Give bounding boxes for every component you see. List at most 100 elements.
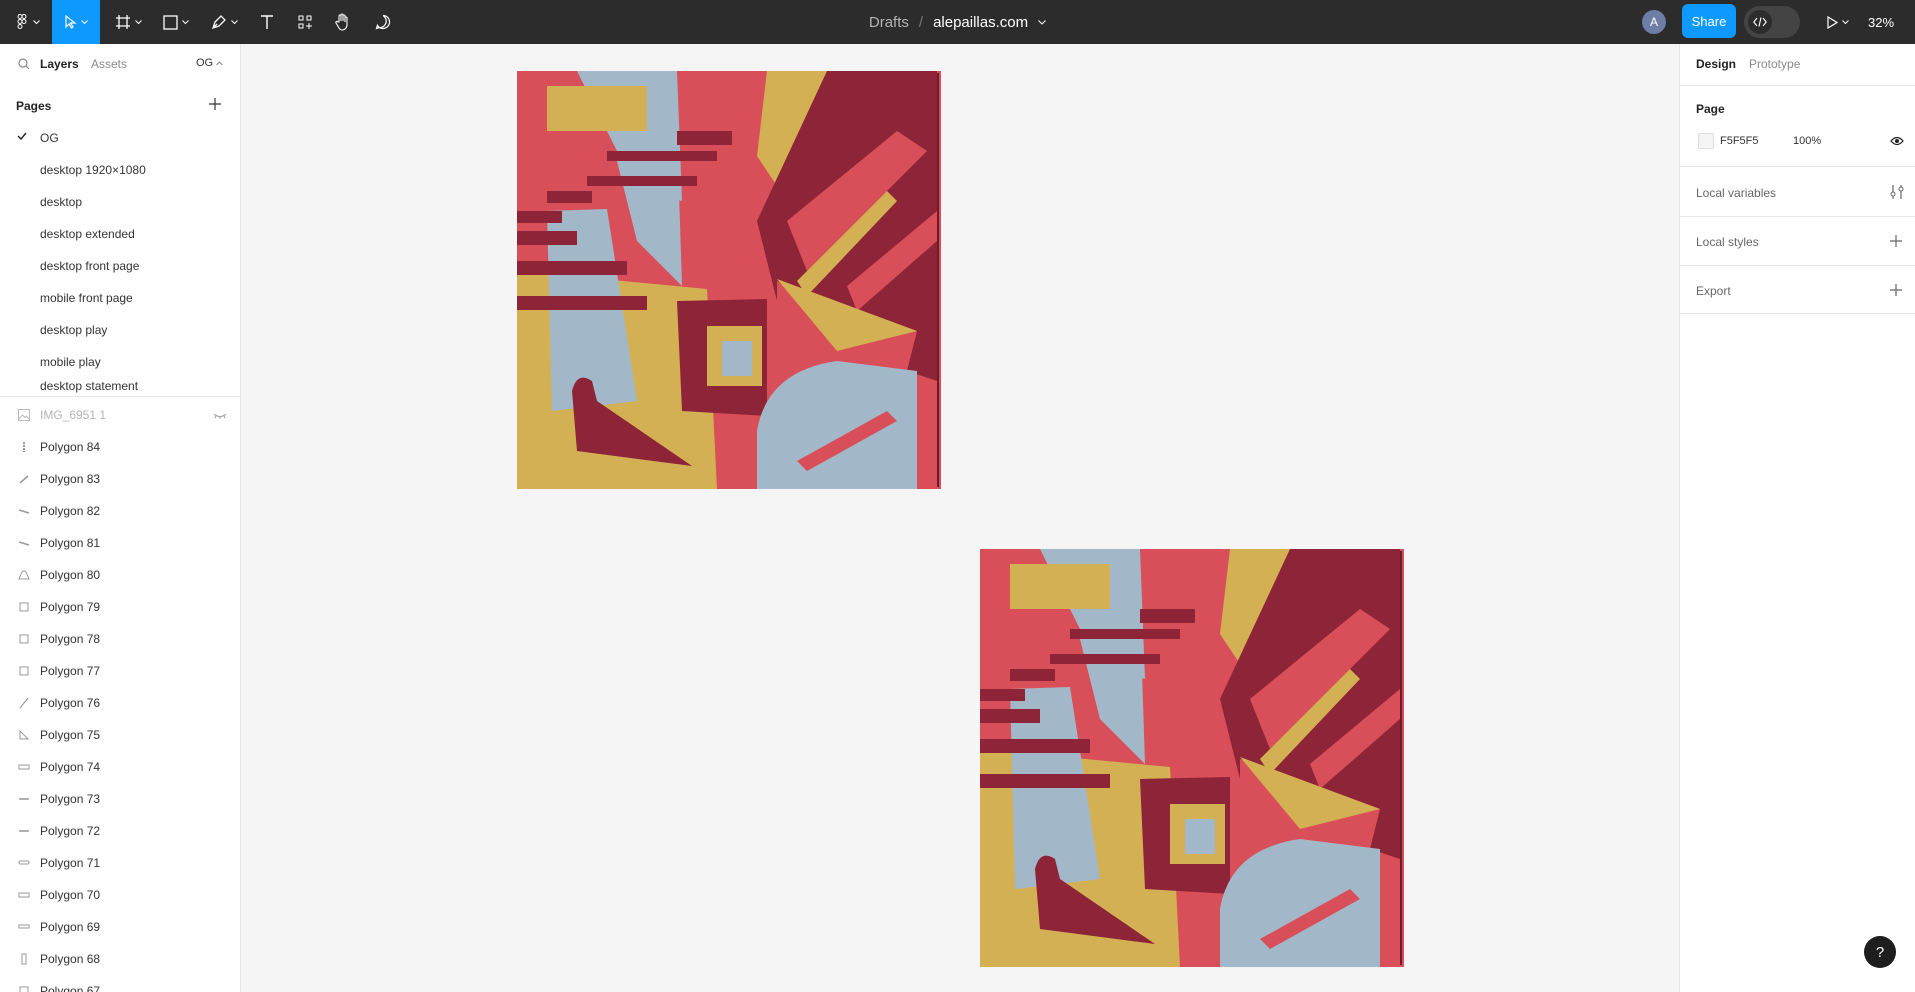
page-item[interactable]: desktop front page (0, 250, 240, 282)
avatar[interactable]: A (1642, 10, 1666, 34)
layer-row[interactable]: Polygon 70 (0, 879, 240, 911)
layer-row[interactable]: Polygon 69 (0, 911, 240, 943)
local-styles-heading[interactable]: Local styles (1696, 235, 1759, 249)
page-label: desktop play (40, 323, 108, 337)
page-selector[interactable]: OG (196, 57, 224, 69)
help-button[interactable]: ? (1864, 936, 1896, 968)
layer-row[interactable]: Polygon 75 (0, 719, 240, 751)
frame-tool-button[interactable] (110, 0, 146, 44)
move-tool-button[interactable] (52, 0, 100, 44)
page-item[interactable]: desktop play (0, 314, 240, 346)
section-divider (1680, 216, 1915, 217)
page-section-heading: Page (1696, 102, 1725, 116)
present-button[interactable] (1820, 0, 1856, 44)
layer-row[interactable]: Polygon 72 (0, 815, 240, 847)
layer-row[interactable]: Polygon 71 (0, 847, 240, 879)
dev-mode-toggle[interactable] (1744, 6, 1800, 38)
layer-row[interactable]: Polygon 73 (0, 783, 240, 815)
left-panel-tabs: Layers Assets OG (0, 44, 240, 85)
layer-row[interactable]: Polygon 83 (0, 463, 240, 495)
text-tool-button[interactable] (252, 0, 282, 44)
polygon-icon (18, 924, 30, 929)
comment-tool-button[interactable] (368, 0, 398, 44)
export-heading[interactable]: Export (1696, 284, 1731, 298)
layer-row-image[interactable]: IMG_6951 1 (0, 399, 240, 431)
layer-label: Polygon 73 (40, 792, 101, 806)
layer-row[interactable]: Polygon 84 (0, 431, 240, 463)
chevron-down-icon (182, 19, 189, 24)
code-icon (1748, 10, 1772, 34)
layer-row[interactable]: Polygon 77 (0, 655, 240, 687)
figma-logo-icon (17, 14, 26, 29)
layer-row[interactable]: Polygon 67 (0, 975, 240, 992)
polygon-icon (18, 570, 30, 580)
add-export-icon[interactable] (1890, 284, 1902, 296)
chevron-down-icon[interactable] (1038, 19, 1046, 25)
hidden-eye-icon[interactable] (213, 413, 227, 419)
layer-row[interactable]: Polygon 68 (0, 943, 240, 975)
current-page-label: OG (196, 57, 214, 69)
layer-row[interactable]: Polygon 82 (0, 495, 240, 527)
pages-layers-divider[interactable] (0, 396, 240, 397)
page-item[interactable]: desktop extended (0, 218, 240, 250)
layer-label: Polygon 82 (40, 504, 101, 518)
layer-label: Polygon 69 (40, 920, 101, 934)
layer-label: Polygon 68 (40, 952, 101, 966)
page-label: desktop statement (40, 379, 139, 393)
layer-row[interactable]: Polygon 80 (0, 559, 240, 591)
layer-label: Polygon 81 (40, 536, 101, 550)
page-item[interactable]: desktop 1920×1080 (0, 154, 240, 186)
resources-tool-button[interactable] (290, 0, 320, 44)
page-color-value[interactable]: F5F5F5 (1720, 135, 1759, 147)
frame-icon (115, 15, 130, 29)
layer-row[interactable]: Polygon 74 (0, 751, 240, 783)
layer-row[interactable]: Polygon 78 (0, 623, 240, 655)
design-canvas[interactable] (241, 44, 1679, 992)
tab-layers[interactable]: Layers (40, 57, 79, 71)
layer-label: Polygon 70 (40, 888, 101, 902)
layer-row[interactable]: Polygon 81 (0, 527, 240, 559)
search-icon[interactable] (18, 58, 30, 70)
zoom-level[interactable]: 32% (1868, 0, 1894, 44)
chevron-down-icon (134, 19, 142, 24)
play-icon (1827, 15, 1838, 29)
variables-icon[interactable] (1890, 184, 1904, 200)
hand-icon (335, 13, 348, 31)
pen-tool-button[interactable] (206, 0, 242, 44)
page-item[interactable]: desktop (0, 186, 240, 218)
tab-assets[interactable]: Assets (91, 57, 127, 71)
page-item-og[interactable]: OG (0, 122, 240, 154)
page-opacity-value[interactable]: 100% (1793, 135, 1821, 147)
document-name[interactable]: alepaillas.com (933, 14, 1028, 31)
hand-tool-button[interactable] (328, 0, 358, 44)
polygon-icon (19, 697, 29, 709)
layer-label: Polygon 77 (40, 664, 101, 678)
main-menu-button[interactable] (8, 0, 48, 44)
layer-label: Polygon 71 (40, 856, 101, 870)
page-item[interactable]: desktop statement (0, 378, 240, 394)
page-item[interactable]: mobile play (0, 346, 240, 378)
add-page-icon[interactable] (209, 98, 221, 110)
tab-design[interactable]: Design (1696, 57, 1736, 71)
layer-row[interactable]: Polygon 79 (0, 591, 240, 623)
layer-label: Polygon 83 (40, 472, 101, 486)
artwork-frame-copy[interactable] (980, 549, 1404, 967)
page-label: desktop front page (40, 259, 140, 273)
chevron-down-icon (32, 19, 40, 24)
layer-label: Polygon 79 (40, 600, 101, 614)
local-variables-heading[interactable]: Local variables (1696, 186, 1776, 200)
comment-icon (375, 14, 391, 30)
page-item[interactable]: mobile front page (0, 282, 240, 314)
eye-icon[interactable] (1890, 136, 1904, 146)
layer-row[interactable]: Polygon 76 (0, 687, 240, 719)
page-color-swatch[interactable] (1698, 133, 1714, 149)
shape-tool-button[interactable] (158, 0, 194, 44)
share-button[interactable]: Share (1682, 4, 1736, 38)
artwork-frame[interactable] (517, 71, 941, 489)
breadcrumb-drafts[interactable]: Drafts (869, 14, 909, 31)
section-divider (1680, 313, 1915, 314)
tab-prototype[interactable]: Prototype (1749, 57, 1800, 71)
add-style-icon[interactable] (1890, 235, 1902, 247)
polygon-icon (19, 798, 29, 800)
cursor-icon (64, 15, 77, 29)
